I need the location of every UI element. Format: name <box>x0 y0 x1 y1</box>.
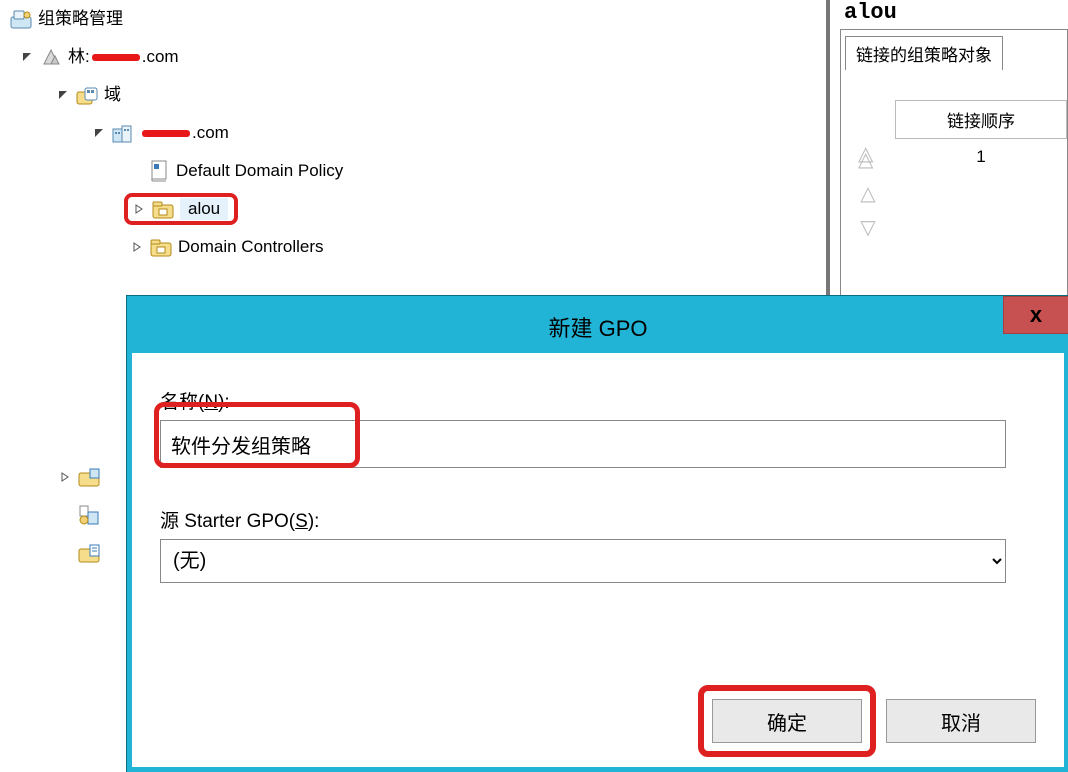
tree-domains-label: 域 <box>104 84 121 106</box>
domains-icon <box>76 84 98 106</box>
tree-node-default-policy[interactable]: Default Domain Policy <box>0 152 824 190</box>
results-icon <box>78 542 100 564</box>
redacted-text <box>142 130 190 137</box>
highlight-box: 确定 <box>712 699 862 743</box>
expander-icon[interactable] <box>18 48 36 66</box>
dialog-title: 新建 GPO <box>548 311 647 343</box>
forest-prefix: 林: <box>68 47 90 66</box>
source-starter-gpo-select[interactable]: (无) <box>160 539 1006 583</box>
tree-node-forest[interactable]: 林: .com <box>0 38 824 76</box>
tree-forest-label: 林: .com <box>68 46 179 68</box>
tree-root[interactable]: 组策略管理 <box>0 0 824 38</box>
highlight-box: alou <box>124 193 238 225</box>
forest-icon <box>40 46 62 68</box>
tree-node-ou-dc[interactable]: Domain Controllers <box>0 228 824 266</box>
domain-icon <box>112 122 134 144</box>
details-box: 链接的组策略对象 △△ △ ▽ 链接顺序 1 <box>840 29 1068 309</box>
name-label-post: ): <box>218 392 230 413</box>
details-panel: alou 链接的组策略对象 △△ △ ▽ 链接顺序 1 <box>826 0 1068 300</box>
default-policy-label: Default Domain Policy <box>176 160 343 182</box>
col-header-link-order[interactable]: 链接顺序 <box>895 100 1067 139</box>
tree-node-domains[interactable]: 域 <box>0 76 824 114</box>
ou-alou-label: alou <box>180 198 228 220</box>
source-label-pre: 源 Starter GPO( <box>160 511 295 532</box>
ou-icon <box>150 236 172 258</box>
move-top-icon[interactable]: △△ <box>858 150 878 170</box>
forest-suffix: .com <box>142 47 179 66</box>
dialog-buttons: 确定 取消 <box>712 699 1036 743</box>
name-label-pre: 名称( <box>160 392 204 413</box>
gpo-name-input[interactable] <box>160 420 1006 468</box>
tree-node-domain[interactable]: .com <box>0 114 824 152</box>
close-icon: x <box>1030 302 1042 328</box>
source-label-post: ): <box>308 511 320 532</box>
source-label: 源 Starter GPO(S): <box>160 506 1036 533</box>
expander-icon[interactable] <box>90 124 108 142</box>
sites-icon <box>78 466 100 488</box>
policy-icon <box>148 160 170 182</box>
ou-dc-label: Domain Controllers <box>178 236 324 258</box>
tree-domain-label: .com <box>140 122 229 144</box>
details-title: alou <box>830 0 1068 29</box>
name-label: 名称(N): <box>160 387 1036 414</box>
move-up-icon[interactable]: △ <box>860 184 875 204</box>
source-label-mnemonic: S <box>295 511 308 532</box>
domain-suffix: .com <box>192 123 229 142</box>
dialog-new-gpo: 新建 GPO x 名称(N): 源 Starter GPO(S): (无) 确定… <box>127 296 1068 772</box>
redacted-text <box>92 54 140 61</box>
expander-collapsed-icon[interactable] <box>130 200 148 218</box>
expander-collapsed-icon[interactable] <box>128 238 146 256</box>
ok-button[interactable]: 确定 <box>712 699 862 743</box>
gpmc-icon <box>10 8 32 30</box>
dialog-titlebar[interactable]: 新建 GPO x <box>132 301 1064 353</box>
order-arrows: △△ △ ▽ <box>841 100 895 238</box>
link-order-cell[interactable]: 1 <box>895 139 1067 173</box>
tab-linked-gpo[interactable]: 链接的组策略对象 <box>845 36 1003 70</box>
tree-root-label: 组策略管理 <box>38 8 123 30</box>
name-label-mnemonic: N <box>204 392 218 413</box>
dialog-body: 名称(N): 源 Starter GPO(S): (无) 确定 取消 <box>132 353 1064 767</box>
expander-collapsed-icon[interactable] <box>56 468 74 486</box>
linked-grid: △△ △ ▽ 链接顺序 1 <box>841 100 1067 238</box>
cancel-button[interactable]: 取消 <box>886 699 1036 743</box>
close-button[interactable]: x <box>1003 296 1068 334</box>
expander-icon[interactable] <box>54 86 72 104</box>
report-icon <box>78 504 100 526</box>
tree-node-ou-alou[interactable]: alou <box>0 190 824 228</box>
ou-icon <box>152 198 174 220</box>
move-down-icon[interactable]: ▽ <box>860 218 875 238</box>
